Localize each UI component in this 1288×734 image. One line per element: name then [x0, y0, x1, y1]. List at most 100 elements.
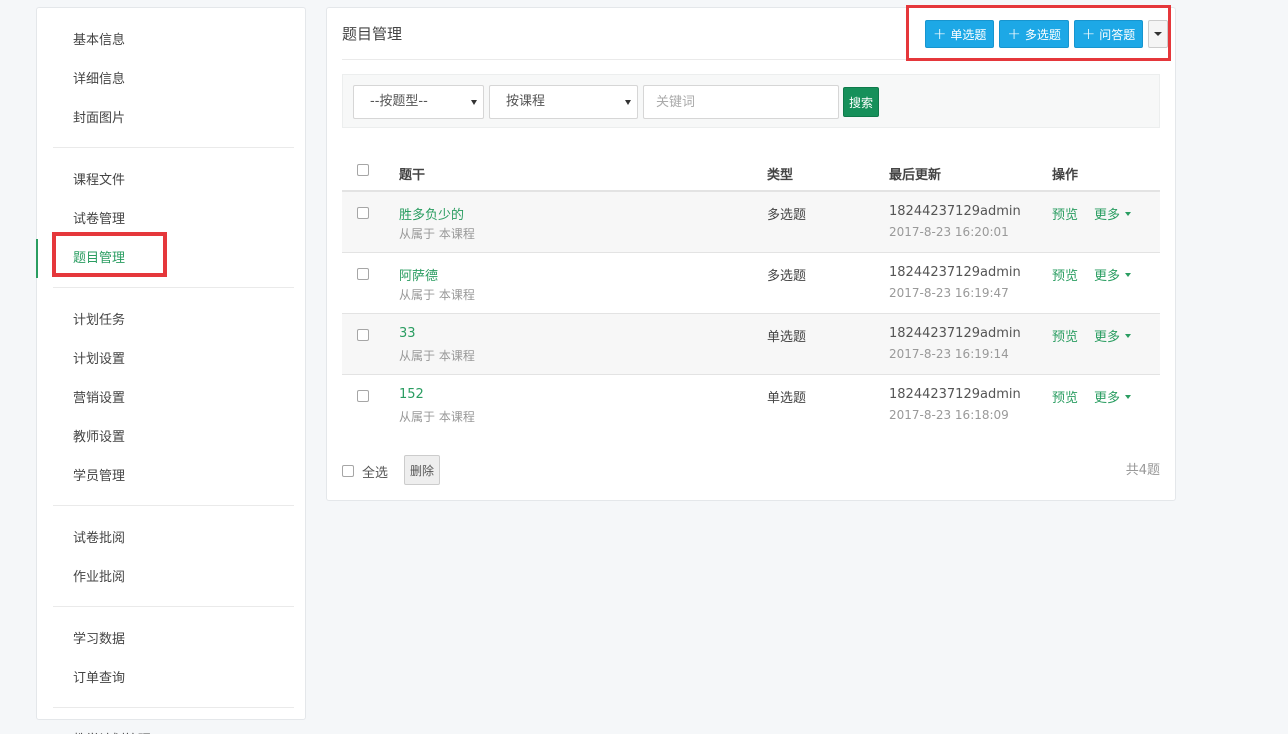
table-row: 胜多负少的 从属于 本课程 多选题 18244237129admin 2017-…	[342, 192, 1160, 253]
question-source: 从属于 本课程	[399, 227, 475, 241]
column-header-type: 类型	[767, 168, 794, 183]
caret-down-icon	[1125, 211, 1132, 216]
plus-icon: +	[1081, 24, 1096, 43]
plus-icon: +	[1007, 24, 1021, 43]
column-header-updated: 最后更新	[889, 168, 942, 183]
select-all-checkbox[interactable]	[342, 465, 354, 477]
sidebar-item-cover-image[interactable]: 封面图片	[53, 99, 294, 138]
question-source: 从属于 本课程	[399, 288, 475, 302]
delete-button[interactable]: 删除	[404, 455, 440, 485]
row-checkbox[interactable]	[357, 329, 369, 341]
question-title-link[interactable]: 152	[399, 387, 424, 402]
sidebar-item-student-management[interactable]: 学员管理	[53, 457, 294, 496]
preview-link[interactable]: 预览	[1052, 204, 1078, 223]
more-label: 更多	[1094, 330, 1121, 345]
question-type-select-value: --按题型--	[370, 94, 428, 109]
row-checkbox[interactable]	[357, 390, 369, 402]
sidebar-group-basic: 基本信息 详细信息 封面图片	[53, 8, 294, 148]
sidebar-group-plan: 计划任务 计划设置 营销设置 教师设置 学员管理	[53, 288, 294, 506]
sidebar-item-teaching-plan-management[interactable]: 教学计划管理	[53, 721, 294, 734]
sidebar-item-homework-review[interactable]: 作业批阅	[53, 558, 294, 597]
question-management-panel: 题目管理 + 单选题 + 多选题 + 问答题 --按题型-- 按课程 搜索	[326, 7, 1176, 501]
sidebar-item-detail-info[interactable]: 详细信息	[53, 60, 294, 99]
caret-down-icon	[1154, 32, 1163, 36]
question-title-link[interactable]: 胜多负少的	[399, 204, 464, 223]
select-arrow-icon	[625, 100, 631, 105]
add-essay-label: 问答题	[1099, 27, 1136, 42]
select-all-header-checkbox[interactable]	[357, 164, 369, 176]
more-label: 更多	[1094, 208, 1121, 223]
updated-time: 2017-8-23 16:19:47	[889, 286, 1009, 300]
table-header: 题干 类型 最后更新 操作	[342, 152, 1160, 192]
preview-link[interactable]: 预览	[1052, 387, 1078, 406]
updated-by: 18244237129admin	[889, 265, 1021, 280]
question-source: 从属于 本课程	[399, 410, 475, 424]
sidebar-item-learning-data[interactable]: 学习数据	[53, 620, 294, 659]
sidebar-item-plan-tasks[interactable]: 计划任务	[53, 301, 294, 340]
sidebar-item-order-query[interactable]: 订单查询	[53, 659, 294, 698]
select-arrow-icon	[471, 100, 477, 105]
preview-link[interactable]: 预览	[1052, 265, 1078, 284]
page-title: 题目管理	[342, 25, 403, 43]
caret-down-icon	[1125, 394, 1132, 399]
total-count: 共4题	[1125, 463, 1160, 478]
question-source: 从属于 本课程	[399, 349, 475, 363]
course-select[interactable]: 按课程	[489, 85, 638, 119]
question-type: 单选题	[767, 391, 807, 406]
table-row: 152 从属于 本课程 单选题 18244237129admin 2017-8-…	[342, 375, 1160, 436]
add-single-choice-label: 单选题	[950, 27, 987, 42]
table-row: 阿萨德 从属于 本课程 多选题 18244237129admin 2017-8-…	[342, 253, 1160, 314]
filter-bar: --按题型-- 按课程 搜索	[342, 74, 1160, 128]
sidebar-nav: 基本信息 详细信息 封面图片 课程文件 试卷管理 题目管理 计划任务 计划设置 …	[36, 7, 306, 734]
sidebar-group-review: 试卷批阅 作业批阅	[53, 506, 294, 607]
updated-by: 18244237129admin	[889, 326, 1021, 341]
header-divider	[342, 59, 1160, 60]
sidebar-item-course-files[interactable]: 课程文件	[53, 161, 294, 200]
column-header-ops: 操作	[1052, 168, 1079, 183]
sidebar-item-basic-info[interactable]: 基本信息	[53, 21, 294, 60]
sidebar-item-teacher-settings[interactable]: 教师设置	[53, 418, 294, 457]
caret-down-icon	[1125, 272, 1132, 277]
sidebar-item-marketing-settings[interactable]: 营销设置	[53, 379, 294, 418]
question-type: 多选题	[767, 208, 807, 223]
keyword-input[interactable]	[643, 85, 839, 119]
question-title-link[interactable]: 阿萨德	[399, 265, 438, 284]
row-checkbox[interactable]	[357, 268, 369, 280]
plus-icon: +	[933, 24, 947, 43]
more-dropdown[interactable]: 更多	[1094, 326, 1132, 345]
sidebar-item-exam-management[interactable]: 试卷管理	[53, 200, 294, 239]
preview-link[interactable]: 预览	[1052, 326, 1078, 345]
add-essay-button[interactable]: + 问答题	[1073, 20, 1144, 48]
more-dropdown[interactable]: 更多	[1094, 204, 1132, 223]
caret-down-icon	[1125, 333, 1132, 338]
sidebar-group-data: 学习数据 订单查询	[53, 607, 294, 708]
table-footer: 全选 删除 共4题	[342, 454, 1160, 486]
add-multiple-choice-label: 多选题	[1024, 27, 1061, 42]
updated-by: 18244237129admin	[889, 204, 1021, 219]
updated-by: 18244237129admin	[889, 387, 1021, 402]
more-dropdown[interactable]: 更多	[1094, 387, 1132, 406]
more-dropdown[interactable]: 更多	[1094, 265, 1132, 284]
add-multiple-choice-button[interactable]: + 多选题	[999, 20, 1069, 48]
question-table: 题干 类型 最后更新 操作 胜多负少的 从属于 本课程 多选题 18244237…	[342, 152, 1160, 436]
sidebar-item-question-management[interactable]: 题目管理	[36, 239, 294, 278]
updated-time: 2017-8-23 16:19:14	[889, 347, 1009, 361]
sidebar-item-exam-review[interactable]: 试卷批阅	[53, 519, 294, 558]
search-button[interactable]: 搜索	[843, 87, 879, 117]
question-type: 单选题	[767, 330, 807, 345]
course-select-value: 按课程	[506, 94, 546, 109]
question-type: 多选题	[767, 269, 807, 284]
select-all-label[interactable]: 全选	[362, 462, 388, 481]
column-header-title: 题干	[399, 168, 426, 183]
more-label: 更多	[1094, 269, 1121, 284]
question-title-link[interactable]: 33	[399, 326, 416, 341]
sidebar-group-content: 课程文件 试卷管理 题目管理	[36, 148, 294, 288]
updated-time: 2017-8-23 16:18:09	[889, 408, 1009, 422]
question-type-select[interactable]: --按题型--	[353, 85, 484, 119]
add-question-button-group: + 单选题 + 多选题 + 问答题	[925, 20, 1169, 48]
add-single-choice-button[interactable]: + 单选题	[925, 20, 995, 48]
row-checkbox[interactable]	[357, 207, 369, 219]
sidebar-item-plan-settings[interactable]: 计划设置	[53, 340, 294, 379]
more-question-types-dropdown[interactable]	[1148, 20, 1169, 48]
table-row: 33 从属于 本课程 单选题 18244237129admin 2017-8-2…	[342, 314, 1160, 375]
